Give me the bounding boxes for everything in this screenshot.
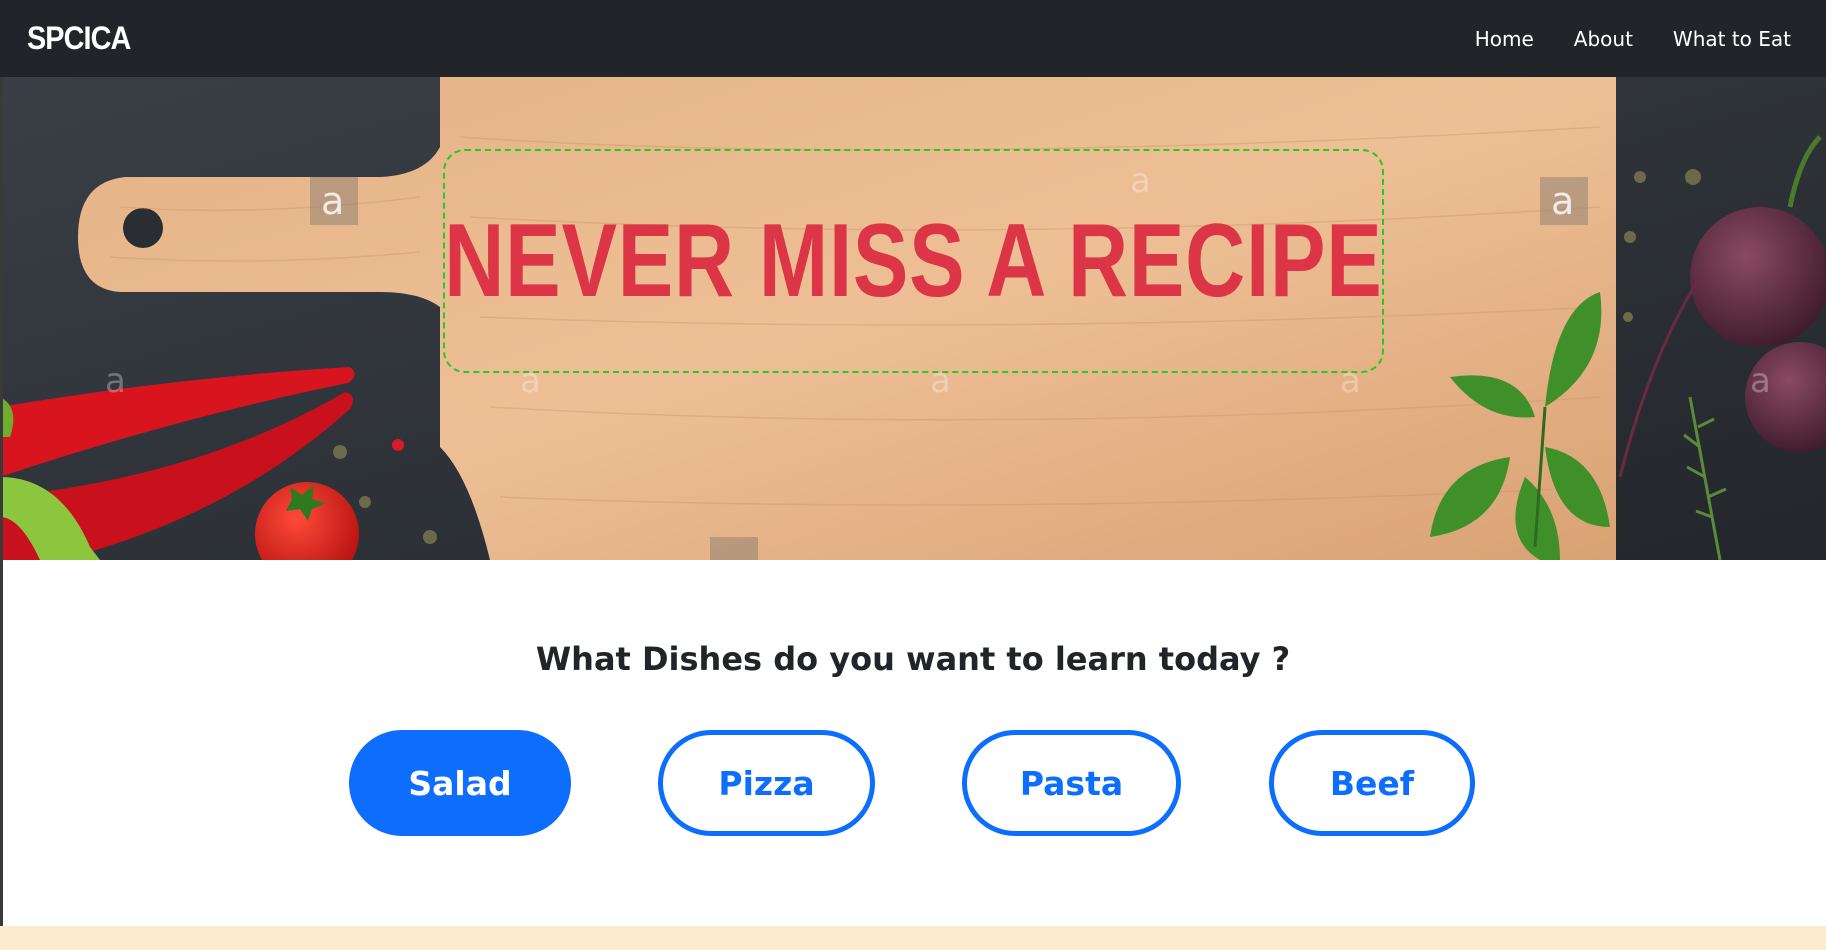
nav-link-home[interactable]: Home bbox=[1475, 27, 1534, 51]
nav-link-about[interactable]: About bbox=[1574, 27, 1633, 51]
dish-button-pizza[interactable]: Pizza bbox=[658, 730, 875, 836]
dish-button-salad[interactable]: Salad bbox=[349, 730, 571, 836]
watermark-icon: a bbox=[105, 361, 126, 401]
navbar: SPCICA Home About What to Eat bbox=[0, 0, 1826, 77]
nav-links: Home About What to Eat bbox=[1475, 27, 1791, 51]
dish-button-beef[interactable]: Beef bbox=[1269, 730, 1475, 836]
dish-prompt: What Dishes do you want to learn today ? bbox=[535, 640, 1291, 678]
watermark-icon: a bbox=[1551, 179, 1574, 223]
next-section-strip bbox=[0, 926, 1826, 950]
hero-headline: NEVER MISS A RECIPE bbox=[444, 202, 1383, 319]
brand-logo[interactable]: SPCICA bbox=[27, 20, 131, 57]
dish-button-group: Salad Pizza Pasta Beef bbox=[0, 730, 1826, 838]
watermark-icon: a bbox=[1750, 361, 1771, 401]
headline-frame: NEVER MISS A RECIPE bbox=[443, 149, 1384, 373]
watermark-icon: a bbox=[321, 179, 344, 223]
hero-banner: a a a a a a a a NEVER MISS A RECIPE bbox=[0, 77, 1826, 560]
nav-link-what-to-eat[interactable]: What to Eat bbox=[1673, 27, 1791, 51]
dish-button-pasta[interactable]: Pasta bbox=[962, 730, 1181, 836]
